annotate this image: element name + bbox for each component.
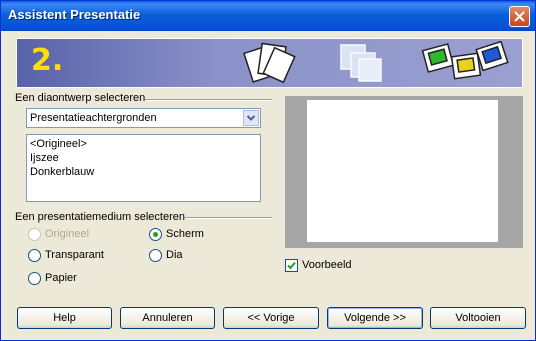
preview-checkbox[interactable] <box>285 259 298 272</box>
cancel-button[interactable]: Annuleren <box>120 307 215 329</box>
color-slides-icon <box>421 41 509 80</box>
preview-checkbox-label: Voorbeeld <box>302 259 352 271</box>
radio-selected-dot <box>153 232 158 237</box>
title-bar[interactable]: Assistent Presentatie <box>1 1 535 31</box>
design-separator <box>145 99 272 101</box>
list-item[interactable]: Ijszee <box>30 152 59 164</box>
close-icon <box>514 11 525 22</box>
list-item[interactable]: Donkerblauw <box>30 166 94 178</box>
radio-transparant-label: Transparant <box>45 249 104 261</box>
next-button[interactable]: Volgende >> <box>327 307 423 329</box>
presentation-wizard-dialog: Assistent Presentatie 2. Een diaontwerp … <box>0 0 536 341</box>
radio-dia[interactable] <box>149 249 162 262</box>
preview-slide <box>307 100 498 242</box>
design-list[interactable]: <Origineel> Ijszee Donkerblauw <box>26 134 261 202</box>
medium-section-label: Een presentatiemedium selecteren <box>15 211 185 223</box>
radio-scherm[interactable] <box>149 228 162 241</box>
wizard-banner: 2. <box>16 38 523 88</box>
window-title: Assistent Presentatie <box>8 7 141 22</box>
back-button[interactable]: << Vorige <box>223 307 319 329</box>
checkmark-icon <box>287 261 296 270</box>
help-button[interactable]: Help <box>17 307 112 329</box>
chevron-down-icon <box>246 115 256 121</box>
radio-papier-label: Papier <box>45 272 77 284</box>
design-section-label: Een diaontwerp selecteren <box>15 92 146 104</box>
documents-icon <box>243 42 296 84</box>
design-category-select[interactable]: Presentatieachtergronden <box>26 108 261 128</box>
design-category-value: Presentatieachtergronden <box>30 112 157 124</box>
dropdown-button[interactable] <box>243 110 259 126</box>
radio-papier[interactable] <box>28 272 41 285</box>
list-item[interactable]: <Origineel> <box>30 138 87 150</box>
step-number: 2. <box>31 43 64 78</box>
slides-stack-icon <box>340 44 382 82</box>
close-button[interactable] <box>509 6 530 27</box>
radio-scherm-label: Scherm <box>166 228 204 240</box>
radio-origineel[interactable] <box>28 228 41 241</box>
finish-button[interactable]: Voltooien <box>430 307 526 329</box>
radio-dia-label: Dia <box>166 249 183 261</box>
radio-transparant[interactable] <box>28 249 41 262</box>
medium-separator <box>185 217 272 219</box>
radio-origineel-label: Origineel <box>45 228 90 240</box>
preview-pane <box>285 96 523 248</box>
